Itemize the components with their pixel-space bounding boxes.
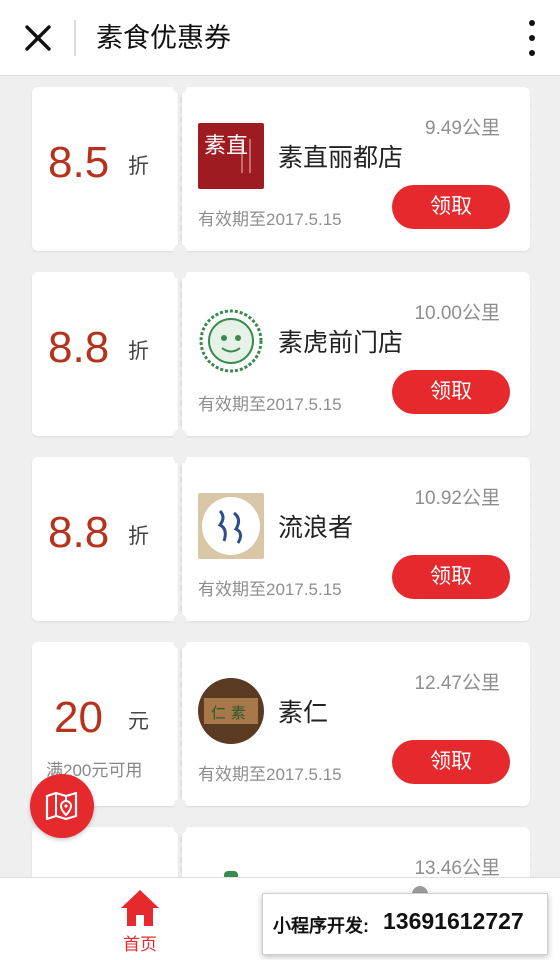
coupon-card: 8.8 折 10.92公里 流浪者 有效期至2017.5.15 领取 bbox=[32, 450, 533, 628]
store-distance: 10.92公里 bbox=[414, 488, 500, 509]
coupon-validity: 有效期至2017.5.15 bbox=[198, 395, 342, 414]
coupon-store-panel: 10.92公里 流浪者 有效期至2017.5.15 领取 bbox=[182, 457, 530, 621]
coupon-store-panel: 仁 素 12.47公里 素仁 有效期至2017.5.15 领取 bbox=[182, 642, 530, 806]
store-distance: 13.46公里 bbox=[414, 858, 500, 877]
tab-home[interactable]: 首页 bbox=[98, 886, 182, 956]
coupon-divider bbox=[180, 97, 182, 241]
developer-phone: 13691612727 bbox=[383, 908, 524, 934]
coupon-card: 8.8 折 10.00公里 素虎前门店 有效期至2017.5.15 领取 bbox=[32, 265, 533, 443]
store-name: 素直丽都店 bbox=[278, 144, 404, 172]
developer-contact-banner: 小程序开发: 13691612727 bbox=[262, 893, 548, 955]
coupon-card: 13.46公里 bbox=[32, 820, 533, 877]
title-divider bbox=[74, 20, 76, 56]
coupon-amount: 20 bbox=[54, 693, 103, 742]
suhu-logo bbox=[198, 308, 264, 374]
coupon-divider bbox=[180, 652, 182, 796]
tab-home-label: 首页 bbox=[123, 935, 157, 954]
claim-button[interactable]: 领取 bbox=[392, 555, 510, 599]
suzhi-logo: 素直 bbox=[198, 123, 264, 189]
claim-button[interactable]: 领取 bbox=[392, 370, 510, 414]
store-distance: 9.49公里 bbox=[425, 118, 500, 139]
coupon-value-panel: 8.8 折 bbox=[32, 272, 178, 436]
store-name: 素仁 bbox=[278, 699, 329, 727]
store-distance: 12.47公里 bbox=[414, 673, 500, 694]
coupon-divider bbox=[180, 467, 182, 611]
store-name: 素虎前门店 bbox=[278, 329, 404, 357]
developer-label: 小程序开发: bbox=[273, 916, 369, 936]
claim-button[interactable]: 领取 bbox=[392, 740, 510, 784]
coupon-value-panel: 8.8 折 bbox=[32, 457, 178, 621]
coupon-validity: 有效期至2017.5.15 bbox=[198, 210, 342, 229]
map-location-icon bbox=[45, 791, 78, 821]
coupon-store-panel: 10.00公里 素虎前门店 有效期至2017.5.15 领取 bbox=[182, 272, 530, 436]
page-title: 素食优惠券 bbox=[96, 23, 231, 53]
store-distance: 10.00公里 bbox=[414, 303, 500, 324]
suzhi-logo-text: 素直 bbox=[204, 134, 248, 159]
coupon-unit: 折 bbox=[128, 525, 149, 548]
coupon-amount: 8.5 bbox=[48, 138, 110, 187]
coupon-value-panel: 8.5 折 bbox=[32, 87, 178, 251]
close-icon[interactable] bbox=[18, 18, 58, 58]
coupon-validity: 有效期至2017.5.15 bbox=[198, 580, 342, 599]
coupon-amount: 8.8 bbox=[48, 323, 110, 372]
coupon-card: 8.5 折 素直 9.49公里 素直丽都店 有效期至2017.5.15 领取 bbox=[32, 80, 533, 258]
coupon-unit: 折 bbox=[128, 155, 149, 178]
map-location-button[interactable] bbox=[30, 774, 94, 838]
more-vertical-icon[interactable] bbox=[526, 20, 538, 56]
coupon-list[interactable]: 8.5 折 素直 9.49公里 素直丽都店 有效期至2017.5.15 领取 8… bbox=[0, 77, 560, 877]
suren-logo-text: 仁 素 bbox=[211, 704, 246, 722]
coupon-unit: 折 bbox=[128, 340, 149, 363]
claim-button[interactable]: 领取 bbox=[392, 185, 510, 229]
liulangzhe-logo bbox=[198, 493, 264, 559]
coupon-validity: 有效期至2017.5.15 bbox=[198, 765, 342, 784]
coupon-store-panel: 素直 9.49公里 素直丽都店 有效期至2017.5.15 领取 bbox=[182, 87, 530, 251]
coupon-divider bbox=[180, 837, 182, 877]
coupon-store-panel: 13.46公里 bbox=[182, 827, 530, 877]
coupon-unit: 元 bbox=[128, 710, 149, 733]
store-name: 流浪者 bbox=[278, 514, 354, 542]
home-icon bbox=[121, 890, 159, 926]
coupon-amount: 8.8 bbox=[48, 508, 110, 557]
top-bar: 素食优惠券 bbox=[0, 0, 560, 76]
suren-logo: 仁 素 bbox=[198, 678, 264, 744]
coupon-divider bbox=[180, 282, 182, 426]
coupon-card: 20 元 满200元可用 仁 素 12.47公里 素仁 有效期至2017.5.1… bbox=[32, 635, 533, 813]
